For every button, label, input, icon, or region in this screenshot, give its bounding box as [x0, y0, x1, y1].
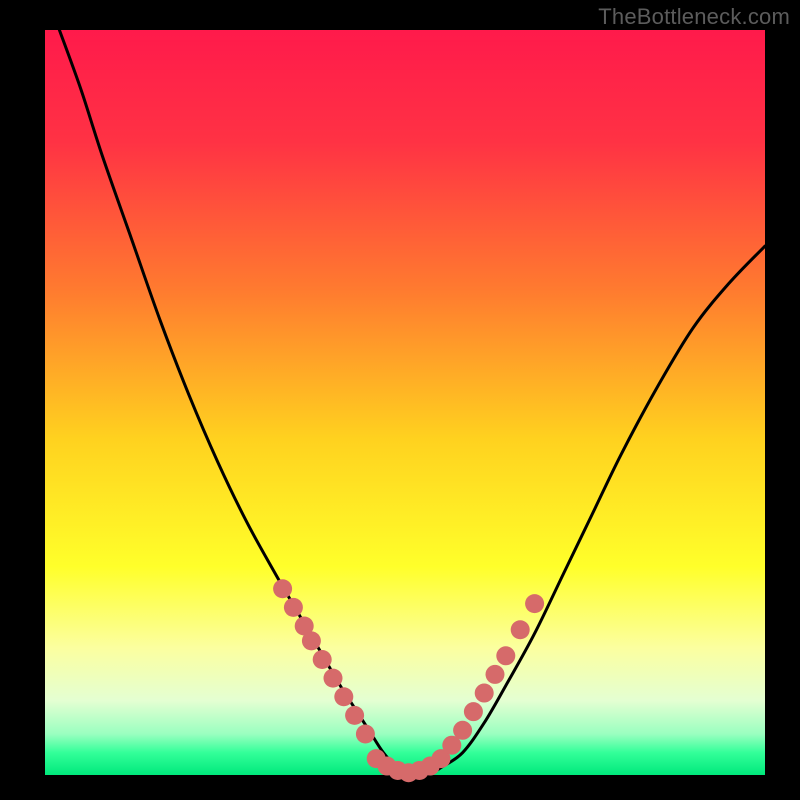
marker-dot [475, 684, 494, 703]
marker-dot [356, 725, 375, 744]
plot-background [45, 30, 765, 775]
chart-svg [0, 0, 800, 800]
marker-dot [453, 721, 472, 740]
marker-dot [496, 646, 515, 665]
marker-dot [324, 669, 343, 688]
marker-dot [284, 598, 303, 617]
marker-dot [302, 631, 321, 650]
marker-dot [313, 650, 332, 669]
marker-dot [525, 594, 544, 613]
marker-dot [334, 687, 353, 706]
chart-frame: TheBottleneck.com [0, 0, 800, 800]
marker-dot [273, 579, 292, 598]
marker-dot [345, 706, 364, 725]
marker-dot [511, 620, 530, 639]
marker-dot [486, 665, 505, 684]
marker-dot [464, 702, 483, 721]
